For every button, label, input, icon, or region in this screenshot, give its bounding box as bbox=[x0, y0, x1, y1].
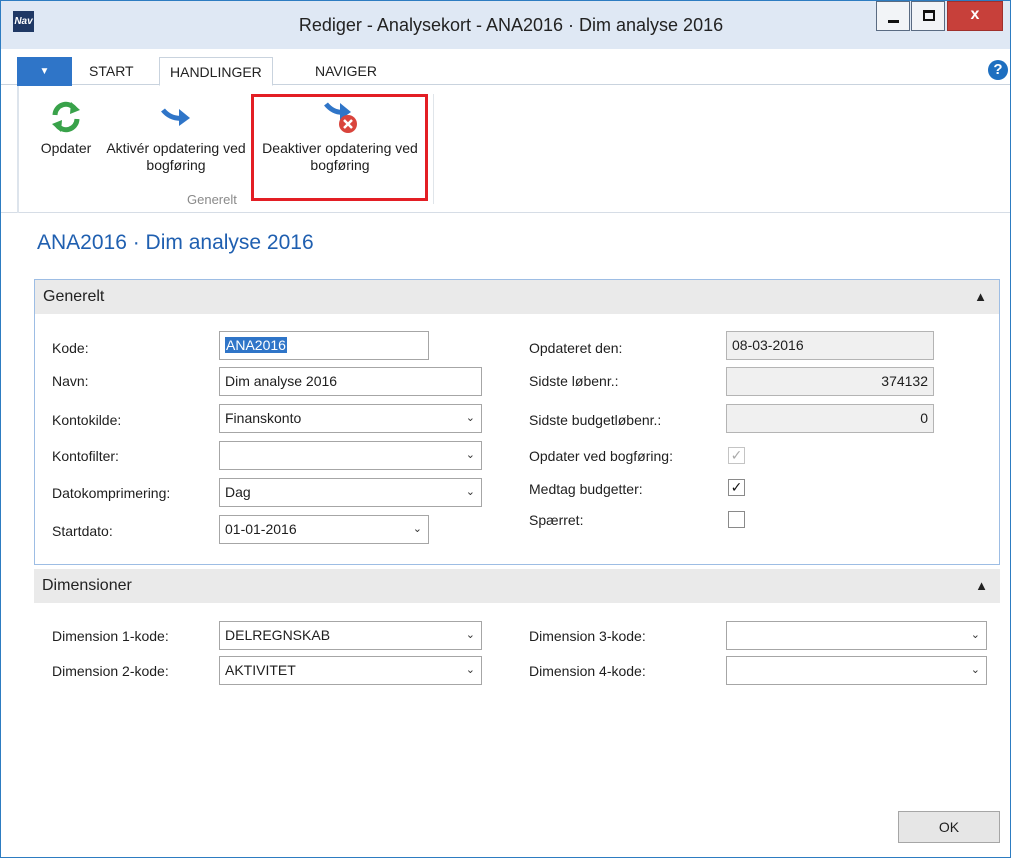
chevron-up-icon[interactable]: ▲ bbox=[974, 280, 987, 314]
aktiver-opdatering-button[interactable]: Aktivér opdatering ved bogføring bbox=[102, 96, 250, 174]
section-dimensioner-title: Dimensioner bbox=[42, 577, 132, 594]
ribbon-tab-row: ▼ START HANDLINGER NAVIGER ? bbox=[1, 49, 1010, 87]
arrow-right-icon bbox=[102, 96, 250, 140]
dim1-label: Dimension 1-kode: bbox=[52, 628, 169, 644]
chevron-down-icon[interactable]: ⌄ bbox=[466, 442, 475, 469]
chevron-down-icon[interactable]: ⌄ bbox=[413, 516, 422, 543]
kode-value: ANA2016 bbox=[225, 337, 287, 353]
opdater-label: Opdater bbox=[40, 140, 92, 156]
opdateret-den-label: Opdateret den: bbox=[529, 340, 623, 356]
datokomprimering-value: Dag bbox=[225, 484, 251, 500]
dim1-value: DELREGNSKAB bbox=[225, 627, 331, 643]
refresh-icon bbox=[31, 96, 101, 140]
maximize-button[interactable] bbox=[911, 1, 945, 31]
app-logo-icon[interactable]: Nav bbox=[13, 11, 34, 32]
dim3-select[interactable]: ⌄ bbox=[726, 621, 987, 650]
kontokilde-label: Kontokilde: bbox=[52, 412, 122, 428]
kontokilde-value: Finanskonto bbox=[225, 410, 302, 426]
tab-start[interactable]: START bbox=[79, 57, 144, 86]
ok-button[interactable]: OK bbox=[898, 811, 1000, 843]
spaerret-label: Spærret: bbox=[529, 512, 584, 528]
section-generelt-title: Generelt bbox=[43, 288, 105, 305]
ribbon-menu-button[interactable]: ▼ bbox=[17, 57, 72, 87]
opdater-bogforing-checkbox: ✓ bbox=[728, 447, 745, 464]
sidste-budget-label: Sidste budgetløbenr.: bbox=[529, 412, 662, 428]
chevron-down-icon[interactable]: ⌄ bbox=[971, 657, 980, 684]
section-dimensioner-header[interactable]: Dimensioner ▲ bbox=[34, 569, 1000, 603]
help-icon[interactable]: ? bbox=[988, 60, 1008, 80]
startdato-value: 01-01-2016 bbox=[225, 521, 297, 537]
dim2-select[interactable]: AKTIVITET ⌄ bbox=[219, 656, 482, 685]
sidste-budget-field: 0 bbox=[726, 404, 934, 433]
title-bar: Nav Rediger - Analysekort - ANA2016 · Di… bbox=[1, 1, 1010, 49]
chevron-down-icon[interactable]: ⌄ bbox=[466, 479, 475, 506]
minimize-button[interactable] bbox=[876, 1, 910, 31]
kontofilter-label: Kontofilter: bbox=[52, 448, 119, 464]
close-icon: x bbox=[970, 6, 980, 23]
group-separator bbox=[433, 94, 434, 204]
sidste-lobenr-label: Sidste løbenr.: bbox=[529, 373, 619, 389]
kontokilde-select[interactable]: Finanskonto ⌄ bbox=[219, 404, 482, 433]
dim1-select[interactable]: DELREGNSKAB ⌄ bbox=[219, 621, 482, 650]
spaerret-checkbox[interactable] bbox=[728, 511, 745, 528]
highlight-box bbox=[251, 94, 428, 201]
sidste-lobenr-field: 374132 bbox=[726, 367, 934, 396]
opdater-bogforing-label: Opdater ved bogføring: bbox=[529, 448, 673, 464]
datokomprimering-select[interactable]: Dag ⌄ bbox=[219, 478, 482, 507]
minimize-icon bbox=[888, 20, 899, 23]
window: Nav Rediger - Analysekort - ANA2016 · Di… bbox=[0, 0, 1011, 858]
kontofilter-select[interactable]: ⌄ bbox=[219, 441, 482, 470]
aktiver-label: Aktivér opdatering ved bogføring bbox=[106, 140, 246, 173]
navn-field[interactable]: Dim analyse 2016 bbox=[219, 367, 482, 396]
kode-field[interactable]: ANA2016 bbox=[219, 331, 429, 360]
opdateret-den-field: 08-03-2016 bbox=[726, 331, 934, 360]
dropdown-triangle-icon: ▼ bbox=[39, 66, 50, 77]
startdato-field[interactable]: 01-01-2016 ⌄ bbox=[219, 515, 429, 544]
kode-label: Kode: bbox=[52, 340, 89, 356]
section-generelt-header[interactable]: Generelt ▲ bbox=[35, 280, 999, 314]
maximize-icon bbox=[923, 10, 935, 21]
group-label: Generelt bbox=[187, 192, 237, 207]
dim4-select[interactable]: ⌄ bbox=[726, 656, 987, 685]
chevron-down-icon[interactable]: ⌄ bbox=[971, 622, 980, 649]
chevron-down-icon[interactable]: ⌄ bbox=[466, 405, 475, 432]
chevron-down-icon[interactable]: ⌄ bbox=[466, 657, 475, 684]
chevron-down-icon[interactable]: ⌄ bbox=[466, 622, 475, 649]
opdater-button[interactable]: Opdater bbox=[31, 96, 101, 157]
medtag-budgetter-label: Medtag budgetter: bbox=[529, 481, 643, 497]
medtag-budgetter-checkbox[interactable]: ✓ bbox=[728, 479, 745, 496]
tab-handlinger[interactable]: HANDLINGER bbox=[159, 57, 273, 86]
ribbon-edge bbox=[17, 86, 19, 213]
navn-label: Navn: bbox=[52, 373, 89, 389]
dim2-label: Dimension 2-kode: bbox=[52, 663, 169, 679]
window-title: Rediger - Analysekort - ANA2016 · Dim an… bbox=[298, 15, 724, 35]
close-button[interactable]: x bbox=[947, 1, 1003, 31]
datokomprimering-label: Datokomprimering: bbox=[52, 485, 171, 501]
ribbon: Opdater Aktivér opdatering ved bogføring bbox=[1, 86, 1010, 213]
dim3-label: Dimension 3-kode: bbox=[529, 628, 646, 644]
dim4-label: Dimension 4-kode: bbox=[529, 663, 646, 679]
page-title: ANA2016 · Dim analyse 2016 bbox=[37, 231, 314, 254]
startdato-label: Startdato: bbox=[52, 523, 113, 539]
tab-naviger[interactable]: NAVIGER bbox=[305, 57, 387, 86]
chevron-up-icon[interactable]: ▲ bbox=[975, 569, 988, 603]
dim2-value: AKTIVITET bbox=[225, 662, 296, 678]
